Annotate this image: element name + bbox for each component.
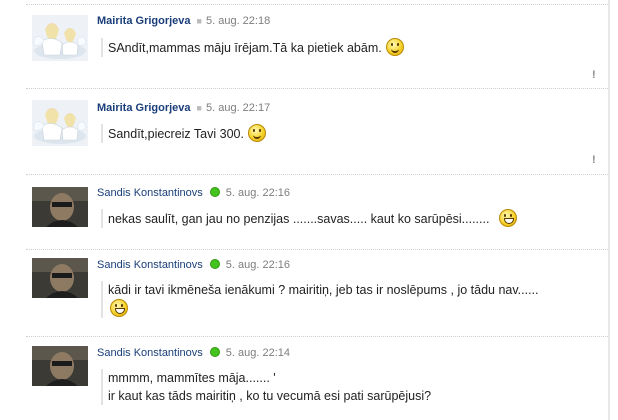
avatar[interactable] — [32, 100, 88, 146]
avatar[interactable] — [32, 346, 88, 392]
avatar[interactable] — [32, 187, 88, 233]
comment-text-line: mmmm, mammītes māja....... ' — [108, 371, 276, 385]
comment-body: SAndīt,mammas māju īrējam.Tā ka pietiek … — [101, 38, 604, 57]
post-divider — [26, 88, 610, 89]
comment-body: kādi ir tavi ikmēneša ienākumi ? mairiti… — [101, 281, 604, 318]
scrollbar-track[interactable] — [608, 0, 610, 420]
comment-thread: Mairita Grigorjeva ■ 5. aug. 22:18 SAndīt,… — [0, 0, 610, 420]
grin-smiley-icon — [110, 299, 128, 317]
post-divider — [26, 249, 610, 250]
online-status-icon — [209, 187, 220, 197]
post-divider — [26, 336, 610, 337]
post-time: 5. aug. 22:14 — [225, 347, 291, 359]
online-status-icon — [209, 347, 220, 357]
author-link[interactable]: Sandis Konstantinovs — [97, 347, 203, 359]
report-button[interactable]: ! — [592, 154, 598, 166]
post-time: 5. aug. 22:16 — [225, 259, 291, 271]
wink-smiley-icon — [385, 38, 404, 56]
report-button[interactable]: ! — [592, 69, 598, 81]
online-status-icon — [209, 259, 220, 269]
author-link[interactable]: Mairita Grigorjeva — [97, 15, 191, 27]
avatar[interactable] — [32, 258, 88, 304]
wink-smiley-icon — [247, 124, 266, 142]
separator-dot: ■ — [196, 16, 202, 26]
post-meta: Sandis Konstantinovs 5. aug. 22:16 — [97, 187, 290, 199]
post-meta: Mairita Grigorjeva ■ 5. aug. 22:18 — [97, 15, 270, 27]
comment-text: nekas saulīt, gan jau no penzijas ......… — [108, 212, 490, 226]
comment-text-line: ir kaut kas tāds mairitiņ , ko tu vecumā… — [108, 389, 432, 403]
post-divider — [26, 174, 610, 175]
author-link[interactable]: Mairita Grigorjeva — [97, 102, 191, 114]
separator-dot: ■ — [196, 103, 202, 113]
grin-smiley-icon — [499, 209, 518, 227]
comment-text: SAndīt,mammas māju īrējam.Tā ka pietiek … — [108, 41, 382, 55]
comment-body: Sandīt,piecreiz Tavi 300. — [101, 124, 604, 143]
avatar[interactable] — [32, 15, 88, 61]
post-meta: Sandis Konstantinovs 5. aug. 22:16 — [97, 259, 290, 271]
post-meta: Mairita Grigorjeva ■ 5. aug. 22:17 — [97, 102, 270, 114]
post-time: 5. aug. 22:18 — [205, 15, 271, 27]
post-meta: Sandis Konstantinovs 5. aug. 22:14 — [97, 347, 290, 359]
author-link[interactable]: Sandis Konstantinovs — [97, 259, 203, 271]
comment-body: mmmm, mammītes māja....... ' ir kaut kas… — [101, 369, 604, 405]
post-time: 5. aug. 22:16 — [225, 187, 291, 199]
comment-text: Sandīt,piecreiz Tavi 300. — [108, 127, 244, 141]
post-divider — [26, 4, 610, 5]
comment-text: kādi ir tavi ikmēneša ienākumi ? mairiti… — [108, 283, 539, 297]
author-link[interactable]: Sandis Konstantinovs — [97, 187, 203, 199]
comment-body: nekas saulīt, gan jau no penzijas ......… — [101, 209, 604, 228]
post-time: 5. aug. 22:17 — [205, 102, 271, 114]
